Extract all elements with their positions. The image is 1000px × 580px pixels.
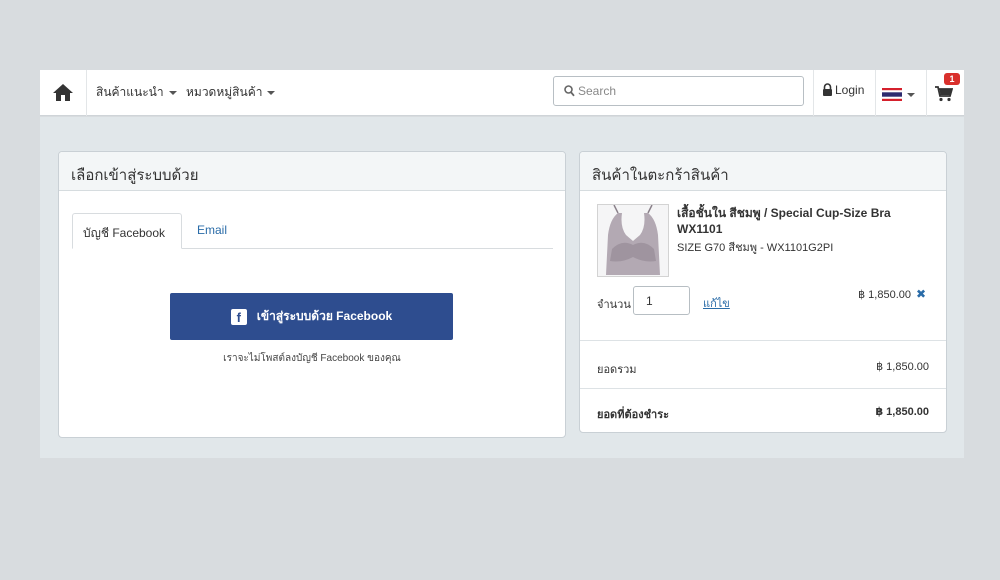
product-thumbnail[interactable]	[597, 204, 669, 277]
login-link[interactable]: Login	[822, 83, 864, 97]
top-navbar: สินค้าแนะนำ หมวดหมู่สินค้า Login	[40, 70, 964, 116]
cart-panel-title: สินค้าในตะกร้าสินค้า	[580, 152, 946, 191]
search-box	[553, 76, 804, 106]
chevron-down-icon	[907, 92, 915, 97]
nav-divider	[926, 70, 927, 116]
cart-count-badge: 1	[944, 73, 960, 85]
divider	[580, 340, 946, 341]
item-price: ฿ 1,850.00	[858, 289, 911, 301]
facebook-login-label: เข้าสู่ระบบด้วย Facebook	[256, 309, 393, 323]
login-panel: เลือกเข้าสู่ระบบด้วย บัญชี Facebook Emai…	[58, 151, 566, 438]
facebook-icon: f	[230, 309, 247, 325]
home-icon[interactable]	[52, 82, 74, 102]
login-tabs: บัญชี Facebook Email	[72, 213, 553, 249]
tab-facebook[interactable]: บัญชี Facebook	[72, 213, 182, 249]
lock-icon	[823, 83, 832, 96]
tab-email[interactable]: Email	[187, 213, 237, 249]
language-selector[interactable]	[882, 86, 915, 102]
facebook-login-button[interactable]: f เข้าสู่ระบบด้วย Facebook	[170, 293, 453, 340]
menu-categories-label: หมวดหมู่สินค้า	[186, 85, 263, 99]
nav-divider	[813, 70, 814, 116]
subtotal-value: ฿ 1,850.00	[876, 361, 929, 373]
search-input[interactable]	[578, 82, 798, 100]
menu-recommended[interactable]: สินค้าแนะนำ	[96, 83, 177, 102]
remove-icon[interactable]: ✖	[916, 287, 926, 301]
product-name[interactable]: เสื้อชั้นใน สีชมพู / Special Cup-Size Br…	[677, 205, 937, 237]
thai-flag-icon	[882, 88, 902, 102]
cart-icon	[935, 86, 954, 102]
total-label: ยอดที่ต้องชำระ	[597, 409, 670, 421]
menu-recommended-label: สินค้าแนะนำ	[96, 85, 164, 99]
menu-categories[interactable]: หมวดหมู่สินค้า	[186, 83, 276, 102]
nav-divider	[86, 70, 87, 116]
edit-quantity-link[interactable]: แก้ไข	[703, 294, 730, 312]
total-value: ฿ 1,850.00	[875, 406, 929, 418]
login-panel-title: เลือกเข้าสู่ระบบด้วย	[59, 152, 565, 191]
chevron-down-icon	[168, 90, 177, 95]
login-label: Login	[835, 83, 865, 97]
facebook-privacy-note: เราจะไม่โพสต์ลงบัญชี Facebook ของคุณ	[223, 353, 401, 364]
main-content: เลือกเข้าสู่ระบบด้วย บัญชี Facebook Emai…	[40, 117, 964, 458]
subtotal-label: ยอดรวม	[597, 364, 637, 376]
product-variant: SIZE G70 สีชมพู - WX1101G2PI	[677, 242, 834, 254]
search-icon	[564, 85, 575, 97]
divider	[580, 388, 946, 389]
quantity-input[interactable]	[633, 286, 690, 315]
nav-divider	[875, 70, 876, 116]
cart-button[interactable]	[935, 86, 957, 106]
quantity-label: จำนวน	[597, 299, 631, 311]
chevron-down-icon	[267, 90, 276, 95]
cart-panel: สินค้าในตะกร้าสินค้า เสื้อชั้นใน สีชมพู …	[579, 151, 947, 433]
